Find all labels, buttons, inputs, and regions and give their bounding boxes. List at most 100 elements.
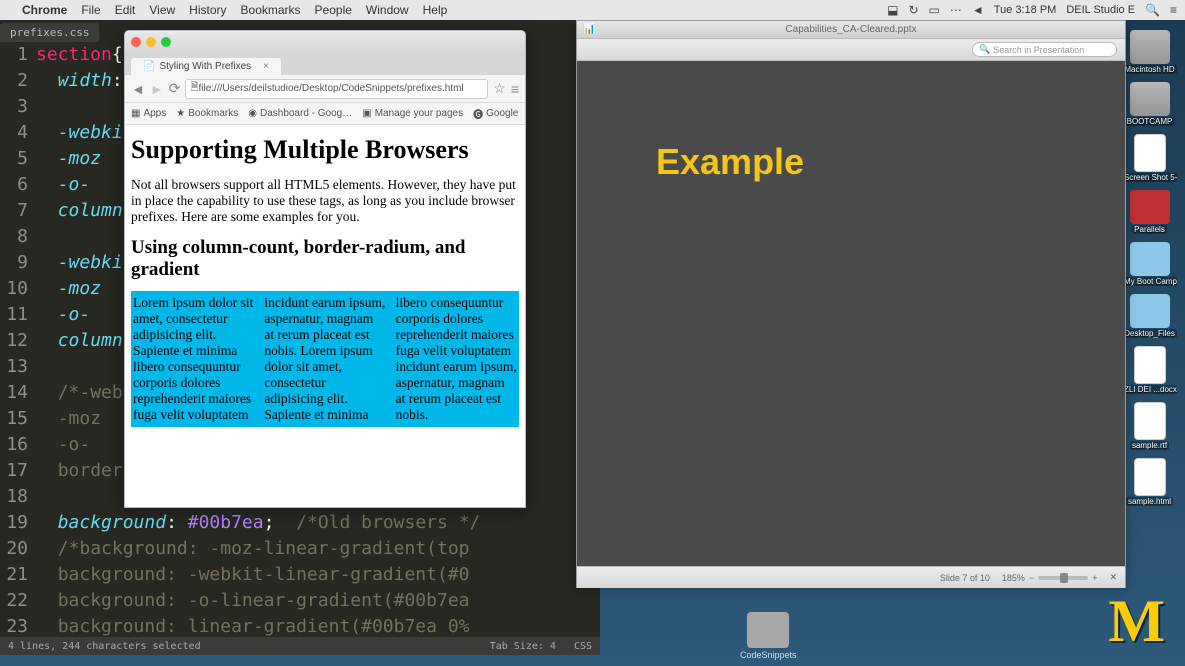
- desktop-item[interactable]: My Boot Camp: [1122, 242, 1177, 286]
- bookmarks-bar: ▦ Apps ★ Bookmarks ◉ Dashboard - Goog… ▣…: [125, 103, 525, 125]
- close-pane-icon[interactable]: ✕: [1109, 572, 1117, 583]
- address-bar[interactable]: 🗎 file:///Users/deilstudioe/Desktop/Code…: [185, 79, 488, 99]
- desktop-item[interactable]: ZLI DEI ...docx: [1122, 346, 1177, 394]
- tab-close-icon[interactable]: ×: [263, 61, 269, 72]
- menubar-user[interactable]: DEIL Studio E: [1066, 4, 1135, 16]
- menu-file[interactable]: File: [81, 3, 100, 17]
- display-icon[interactable]: ▭: [929, 3, 940, 17]
- desktop-label: sample.rtf: [1130, 441, 1169, 450]
- back-button[interactable]: ◄: [131, 81, 145, 97]
- search-icon: 🔍: [979, 44, 990, 55]
- bookmark-item[interactable]: ★ Bookmarks: [176, 108, 238, 119]
- powerpoint-window: 📊 Capabilities_CA-Cleared.pptx 🔍 Search …: [576, 20, 1126, 588]
- chrome-titlebar[interactable]: [125, 31, 525, 53]
- file-icon: [1134, 458, 1166, 496]
- page-h2: Using column-count, border-radium, and g…: [131, 237, 519, 281]
- menu-bookmarks[interactable]: Bookmarks: [241, 3, 301, 17]
- reload-button[interactable]: ⟳: [169, 80, 181, 97]
- desktop-item[interactable]: sample.html: [1122, 458, 1177, 506]
- desktop-icons: Macintosh HD BOOTCAMP Screen Shot 5-... AM…: [1122, 30, 1177, 506]
- close-button[interactable]: [131, 37, 141, 47]
- status-tabsize[interactable]: Tab Size: 4: [490, 641, 556, 652]
- desktop-item[interactable]: BOOTCAMP: [1122, 82, 1177, 126]
- zoom-out-button[interactable]: −: [1029, 573, 1034, 583]
- file-icon: [1134, 346, 1166, 384]
- menu-people[interactable]: People: [315, 3, 352, 17]
- desktop-item[interactable]: Screen Shot 5-... AM.png: [1122, 134, 1177, 182]
- drive-icon: [1130, 82, 1170, 116]
- desktop-item[interactable]: Macintosh HD: [1122, 30, 1177, 74]
- desktop-item[interactable]: Parallels: [1122, 190, 1177, 234]
- ppt-titlebar[interactable]: 📊 Capabilities_CA-Cleared.pptx: [577, 21, 1125, 39]
- file-icon: [1134, 402, 1166, 440]
- red-icon: [1130, 190, 1170, 224]
- mac-menubar: Chrome File Edit View History Bookmarks …: [0, 0, 1185, 20]
- ppt-toolbar: 🔍 Search in Presentation: [577, 39, 1125, 61]
- folder-icon: [747, 612, 789, 648]
- desktop-item[interactable]: sample.rtf: [1122, 402, 1177, 450]
- ppt-statusbar: Slide 7 of 10 185% − + ✕: [577, 566, 1125, 588]
- page-paragraph: Not all browsers support all HTML5 eleme…: [131, 177, 519, 225]
- dock-folder-label: CodeSnippets: [740, 650, 797, 660]
- bookmark-item[interactable]: 🅖 Google: [473, 106, 518, 121]
- dropbox-icon[interactable]: ⬓: [887, 3, 898, 17]
- page-columns: Lorem ipsum dolor sit amet, consectetur …: [131, 291, 519, 427]
- desktop-label: Parallels: [1132, 225, 1167, 234]
- menubar-app[interactable]: Chrome: [22, 3, 67, 17]
- browser-viewport: Supporting Multiple Browsers Not all bro…: [125, 125, 525, 507]
- menu-view[interactable]: View: [149, 3, 175, 17]
- url-text: file:///Users/deilstudioe/Desktop/CodeSn…: [199, 83, 464, 94]
- menu-help[interactable]: Help: [423, 3, 448, 17]
- wifi-icon[interactable]: ⋯: [950, 3, 962, 17]
- menu-edit[interactable]: Edit: [115, 3, 136, 17]
- dock-folder[interactable]: CodeSnippets: [740, 612, 797, 660]
- search-placeholder: Search in Presentation: [993, 45, 1084, 55]
- slide-title-text: Example: [656, 141, 1096, 183]
- desktop-label: BOOTCAMP: [1125, 117, 1175, 126]
- file-icon: 🗎: [190, 80, 198, 97]
- bookmark-item[interactable]: ▣ Manage your pages: [362, 108, 463, 119]
- desktop-label: My Boot Camp: [1122, 277, 1177, 286]
- slide-counter: Slide 7 of 10: [940, 573, 990, 583]
- ppt-slide: Example: [606, 79, 1096, 559]
- tab-favicon: 📄: [143, 61, 155, 72]
- editor-tab[interactable]: prefixes.css: [0, 23, 99, 42]
- notifications-icon[interactable]: ≡: [1170, 3, 1177, 17]
- desktop-item[interactable]: Desktop_Files: [1122, 294, 1177, 338]
- menu-window[interactable]: Window: [366, 3, 409, 17]
- file-icon: [1134, 134, 1166, 172]
- bookmark-item[interactable]: ◉ Dashboard - Goog…: [248, 108, 352, 119]
- zoom-button[interactable]: [161, 37, 171, 47]
- desktop-label: ZLI DEI ...docx: [1122, 385, 1177, 394]
- drive-icon: [1130, 30, 1170, 64]
- minimize-button[interactable]: [146, 37, 156, 47]
- chrome-window: 📄 Styling With Prefixes × ◄ ► ⟳ 🗎 file:/…: [124, 30, 526, 508]
- zoom-slider[interactable]: [1038, 576, 1088, 580]
- status-language[interactable]: CSS: [574, 641, 592, 652]
- editor-statusbar: 4 lines, 244 characters selected Tab Siz…: [0, 637, 600, 655]
- ppt-title-text: Capabilities_CA-Cleared.pptx: [785, 24, 916, 35]
- star-icon[interactable]: ☆: [493, 80, 506, 97]
- forward-button[interactable]: ►: [150, 81, 164, 97]
- zoom-in-button[interactable]: +: [1092, 573, 1097, 583]
- editor-gutter: 123456789101112131415161718192021222324: [0, 42, 36, 655]
- menu-icon[interactable]: ≡: [511, 81, 519, 97]
- desktop-label: Screen Shot 5-... AM.png: [1122, 173, 1177, 182]
- browser-tab[interactable]: 📄 Styling With Prefixes ×: [131, 58, 281, 75]
- desktop-label: Desktop_Files: [1122, 329, 1177, 338]
- status-selection: 4 lines, 244 characters selected: [8, 641, 201, 652]
- volume-icon[interactable]: ◄: [972, 3, 984, 17]
- desktop-label: sample.html: [1126, 497, 1173, 506]
- ppt-slide-area[interactable]: Example: [577, 61, 1125, 566]
- zoom-percent: 185%: [1002, 573, 1025, 583]
- page-h1: Supporting Multiple Browsers: [131, 135, 519, 165]
- bookmark-apps[interactable]: ▦ Apps: [131, 108, 166, 119]
- menubar-clock[interactable]: Tue 3:18 PM: [994, 4, 1057, 16]
- tab-title: Styling With Prefixes: [159, 61, 251, 72]
- desktop-label: Macintosh HD: [1122, 65, 1176, 74]
- folder-icon: [1130, 242, 1170, 276]
- ppt-search-input[interactable]: 🔍 Search in Presentation: [972, 42, 1117, 57]
- spotlight-icon[interactable]: 🔍: [1145, 3, 1160, 17]
- sync-icon[interactable]: ↻: [908, 3, 918, 17]
- menu-history[interactable]: History: [189, 3, 226, 17]
